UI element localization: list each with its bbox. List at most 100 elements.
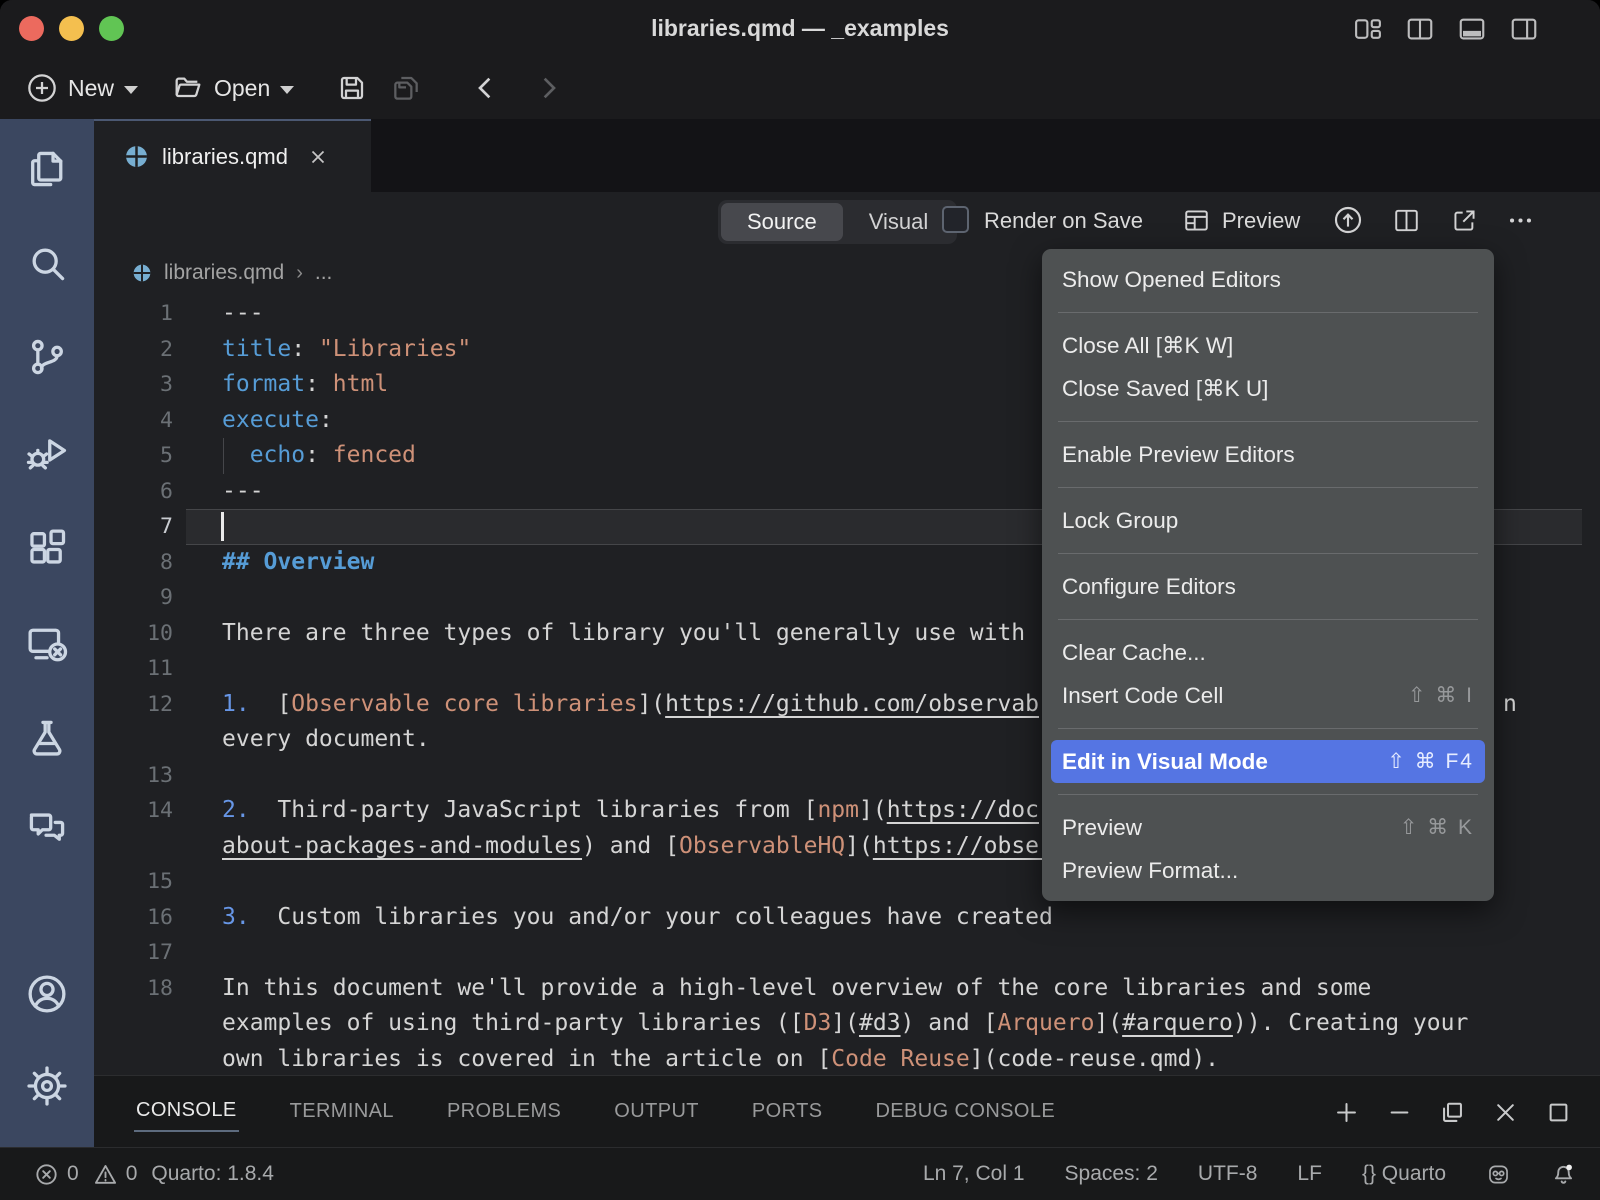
menu-item-show-opened-editors[interactable]: Show Opened Editors xyxy=(1042,258,1494,301)
sidebar-right-layout-icon[interactable] xyxy=(1508,14,1540,44)
forward-button[interactable] xyxy=(532,57,564,119)
chevron-right-icon: › xyxy=(296,262,303,285)
open-button[interactable]: Open xyxy=(172,57,294,119)
token: Code Reuse xyxy=(831,1046,969,1072)
token: ](code-reuse.qmd). xyxy=(970,1046,1219,1072)
chat-icon[interactable] xyxy=(25,805,69,849)
close-icon[interactable] xyxy=(1492,1099,1519,1126)
panel-tab-console[interactable]: CONSOLE xyxy=(134,1091,239,1132)
token: title xyxy=(222,336,291,362)
run-debug-icon[interactable] xyxy=(25,429,69,473)
status-warning[interactable]: 0 xyxy=(93,1162,138,1187)
menu-item-close-saved-k-u[interactable]: Close Saved [⌘K U] xyxy=(1042,367,1494,410)
status-quarto-1-8-4[interactable]: Quarto: 1.8.4 xyxy=(151,1162,274,1186)
status-quarto[interactable]: {} Quarto xyxy=(1362,1162,1446,1186)
status-text: UTF-8 xyxy=(1198,1162,1258,1186)
folder-open-icon xyxy=(172,72,204,104)
status-text: Ln 7, Col 1 xyxy=(923,1162,1025,1186)
code-line-16[interactable]: 163. Custom libraries you and/or your co… xyxy=(94,900,1600,936)
panel-tab-problems[interactable]: PROBLEMS xyxy=(445,1092,563,1131)
code-text: In this document we'll provide a high-le… xyxy=(222,971,1600,1007)
indent-guide xyxy=(223,438,224,474)
status-bell[interactable] xyxy=(1551,1162,1576,1187)
menu-item-preview-format[interactable]: Preview Format... xyxy=(1042,849,1494,892)
code-line-wrap[interactable]: examples of using third-party libraries … xyxy=(94,1006,1600,1042)
maximize-icon[interactable] xyxy=(1545,1099,1572,1126)
search-icon[interactable] xyxy=(25,241,69,285)
status-ln-7-col-1[interactable]: Ln 7, Col 1 xyxy=(923,1162,1025,1186)
panel-tab-output[interactable]: OUTPUT xyxy=(612,1092,701,1131)
save-all-button[interactable] xyxy=(390,57,422,119)
menu-item-insert-code-cell[interactable]: Insert Code Cell⇧ ⌘ I xyxy=(1042,674,1494,717)
render-icon[interactable] xyxy=(1332,204,1364,236)
code-line-17[interactable]: 17 xyxy=(94,935,1600,971)
tab-libraries-qmd[interactable]: libraries.qmd xyxy=(94,119,371,192)
menu-item-edit-in-visual-mode[interactable]: Edit in Visual Mode⇧ ⌘ F4 xyxy=(1051,740,1485,783)
bell-icon xyxy=(1551,1162,1576,1187)
save-button[interactable] xyxy=(336,57,368,119)
panel-layout-icon[interactable] xyxy=(1456,14,1488,44)
split-editor-layout-icon[interactable] xyxy=(1404,14,1436,44)
panel-tab-terminal[interactable]: TERMINAL xyxy=(288,1092,396,1131)
extensions-icon[interactable] xyxy=(25,526,69,570)
visual-mode-button[interactable]: Visual xyxy=(843,203,955,241)
source-control-icon[interactable] xyxy=(25,335,69,379)
account-icon[interactable] xyxy=(25,972,69,1016)
menu-item-label: Close Saved [⌘K U] xyxy=(1062,367,1268,410)
split-editor-icon[interactable] xyxy=(1392,206,1421,235)
line-number: 12 xyxy=(94,687,173,723)
restore-icon[interactable] xyxy=(1439,1099,1466,1126)
panel-tab-ports[interactable]: PORTS xyxy=(750,1092,825,1131)
layout-customize-icon[interactable] xyxy=(1352,14,1384,44)
menu-item-label: Preview xyxy=(1062,806,1142,849)
render-on-save-checkbox[interactable] xyxy=(942,206,969,233)
status-text: Quarto: 1.8.4 xyxy=(151,1162,274,1186)
source-mode-button[interactable]: Source xyxy=(721,203,843,241)
line-number: 13 xyxy=(94,758,173,794)
line-number: 17 xyxy=(94,935,173,971)
close-tab-icon[interactable] xyxy=(307,146,329,168)
token: 3. xyxy=(222,904,250,930)
sessions-icon[interactable] xyxy=(25,622,69,666)
text-cursor xyxy=(221,512,224,541)
plus-icon[interactable] xyxy=(1333,1099,1360,1126)
token: own libraries is covered in the article … xyxy=(222,1046,831,1072)
menu-item-shortcut: ⇧ ⌘ K xyxy=(1400,806,1474,849)
menu-separator xyxy=(1058,487,1478,488)
status-feedback[interactable] xyxy=(1486,1162,1511,1187)
token: https://github.com/observab xyxy=(665,691,1039,717)
menu-item-close-all-k-w[interactable]: Close All [⌘K W] xyxy=(1042,324,1494,367)
more-actions-icon[interactable] xyxy=(1506,206,1535,235)
menu-item-clear-cache[interactable]: Clear Cache... xyxy=(1042,631,1494,674)
testing-icon[interactable] xyxy=(25,716,69,760)
code-line-wrap[interactable]: own libraries is covered in the article … xyxy=(94,1042,1600,1076)
status-error[interactable]: 0 xyxy=(34,1162,79,1187)
token: --- xyxy=(222,300,264,326)
menu-item-enable-preview-editors[interactable]: Enable Preview Editors xyxy=(1042,433,1494,476)
menu-item-label: Preview Format... xyxy=(1062,849,1238,892)
breadcrumb-file[interactable]: libraries.qmd xyxy=(164,261,284,285)
back-button[interactable] xyxy=(470,57,502,119)
menu-separator xyxy=(1058,312,1478,313)
settings-icon[interactable] xyxy=(25,1064,69,1108)
token: npm xyxy=(817,797,859,823)
panel-tab-debug-console[interactable]: DEBUG CONSOLE xyxy=(873,1092,1057,1131)
code-line-18[interactable]: 18In this document we'll provide a high-… xyxy=(94,971,1600,1007)
quarto-file-icon xyxy=(124,144,149,169)
status-spaces-2[interactable]: Spaces: 2 xyxy=(1065,1162,1158,1186)
token: )). Creating your xyxy=(1233,1010,1468,1036)
status-bar: 00 Quarto: 1.8.4 Ln 7, Col 1 Spaces: 2 UTF-… xyxy=(0,1147,1600,1200)
explorer-icon[interactable] xyxy=(25,147,69,191)
menu-item-lock-group[interactable]: Lock Group xyxy=(1042,499,1494,542)
preview-button[interactable]: Preview xyxy=(1222,192,1300,250)
open-in-new-window-icon[interactable] xyxy=(1450,206,1479,235)
new-button[interactable]: New xyxy=(26,57,138,119)
menu-item-configure-editors[interactable]: Configure Editors xyxy=(1042,565,1494,608)
status-utf-8[interactable]: UTF-8 xyxy=(1198,1162,1258,1186)
status-lf[interactable]: LF xyxy=(1297,1162,1322,1186)
minus-icon[interactable] xyxy=(1386,1099,1413,1126)
token: format xyxy=(222,371,305,397)
menu-item-preview[interactable]: Preview ⇧ ⌘ K xyxy=(1042,806,1494,849)
breadcrumb-more[interactable]: ... xyxy=(315,261,333,285)
app-window: libraries.qmd — _examples New Open xyxy=(0,0,1600,1200)
